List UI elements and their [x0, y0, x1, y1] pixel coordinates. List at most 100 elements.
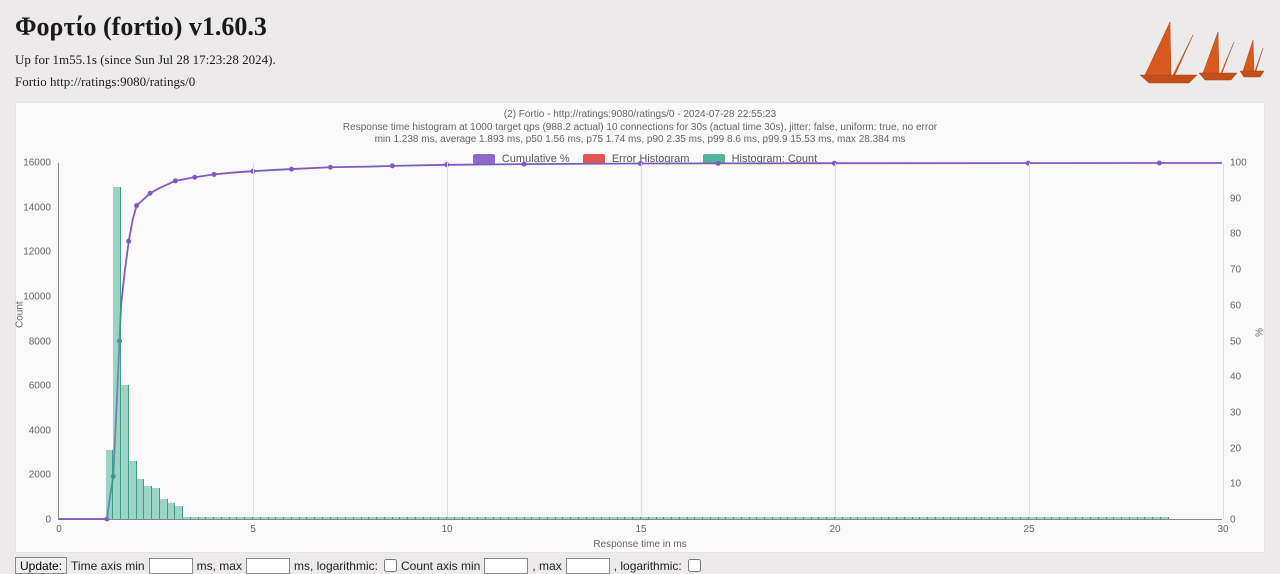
histogram-bar: [478, 517, 486, 519]
histogram-bar: [920, 517, 928, 519]
histogram-bar: [416, 517, 424, 519]
histogram-bar: [354, 517, 362, 519]
y-left-tick: 8000: [29, 336, 51, 347]
y-left-tick: 14000: [23, 202, 51, 213]
histogram-bar: [113, 187, 121, 519]
histogram-bar: [1145, 517, 1153, 519]
histogram-bar: [191, 517, 199, 519]
y-left-tick: 12000: [23, 247, 51, 258]
histogram-bar: [1099, 517, 1107, 519]
controls-bar: Update: Time axis min ms, max ms, logari…: [15, 557, 701, 574]
x-tick: 10: [441, 524, 452, 535]
y-left-tick: 0: [45, 515, 51, 526]
histogram-bar: [804, 517, 812, 519]
histogram-bar: [362, 517, 370, 519]
histogram-bar: [106, 450, 114, 519]
histogram-bar: [905, 517, 913, 519]
histogram-bar: [788, 517, 796, 519]
histogram-bar: [858, 517, 866, 519]
histogram-bar: [851, 517, 859, 519]
time-axis-log-checkbox[interactable]: [384, 559, 397, 572]
histogram-bar: [385, 517, 393, 519]
histogram-bar: [1107, 517, 1115, 519]
histogram-bar: [936, 517, 944, 519]
histogram-bar: [602, 517, 610, 519]
histogram-bar: [1060, 517, 1068, 519]
histogram-bar: [556, 517, 564, 519]
fortio-logo: [1135, 10, 1265, 85]
histogram-bar: [400, 517, 408, 519]
histogram-bar: [563, 517, 571, 519]
histogram-bar: [377, 517, 385, 519]
histogram-bar: [494, 517, 502, 519]
histogram-bar: [393, 517, 401, 519]
histogram-bar: [664, 517, 672, 519]
y-left-tick: 10000: [23, 291, 51, 302]
count-axis-max-label: , max: [532, 559, 561, 573]
count-axis-min-input[interactable]: [484, 558, 528, 574]
time-axis-min-label: Time axis min: [71, 559, 145, 573]
histogram-bar: [292, 517, 300, 519]
histogram-bar: [284, 517, 292, 519]
histogram-bar: [261, 517, 269, 519]
histogram-bar: [1083, 517, 1091, 519]
histogram-bar: [812, 517, 820, 519]
x-tick: 15: [635, 524, 646, 535]
y-left-tick: 2000: [29, 470, 51, 481]
histogram-bar: [431, 517, 439, 519]
histogram-bar: [447, 517, 455, 519]
y-right-tick: 50: [1230, 336, 1241, 347]
histogram-bar: [773, 517, 781, 519]
y-right-tick: 80: [1230, 229, 1241, 240]
histogram-bar: [439, 517, 447, 519]
histogram-bar: [975, 517, 983, 519]
count-axis-log-checkbox[interactable]: [688, 559, 701, 572]
histogram-bar: [323, 517, 331, 519]
y-left-tick: 6000: [29, 381, 51, 392]
histogram-bar: [276, 517, 284, 519]
histogram-bar: [866, 517, 874, 519]
histogram-bar: [990, 517, 998, 519]
histogram-bar: [1122, 517, 1130, 519]
histogram-bar: [517, 517, 525, 519]
histogram-bar: [160, 499, 168, 519]
histogram-bar: [1130, 517, 1138, 519]
histogram-bar: [1076, 517, 1084, 519]
y-right-tick: 10: [1230, 479, 1241, 490]
histogram-bar: [1006, 517, 1014, 519]
histogram-bar: [300, 517, 308, 519]
count-axis-max-input[interactable]: [566, 558, 610, 574]
x-tick: 20: [829, 524, 840, 535]
histogram-bar: [874, 517, 882, 519]
histogram-bar: [882, 517, 890, 519]
page-title: Φορτίο (fortio) v1.60.3: [15, 12, 1265, 42]
chart-title-line3: min 1.238 ms, average 1.893 ms, p50 1.56…: [16, 134, 1264, 147]
histogram-bar: [525, 517, 533, 519]
histogram-bar: [144, 486, 152, 519]
update-button[interactable]: Update:: [15, 557, 67, 574]
histogram-bar: [338, 517, 346, 519]
y-right-tick: 100: [1230, 158, 1247, 169]
histogram-bar: [222, 517, 230, 519]
histogram-bar: [649, 517, 657, 519]
histogram-bar: [897, 517, 905, 519]
histogram-bar: [532, 517, 540, 519]
y-right-tick: 90: [1230, 193, 1241, 204]
histogram-bar: [509, 517, 517, 519]
histogram-bar: [501, 517, 509, 519]
time-axis-min-input[interactable]: [149, 558, 193, 574]
histogram-bar: [424, 517, 432, 519]
histogram-bar: [571, 517, 579, 519]
histogram-bar: [657, 517, 665, 519]
histogram-bar: [1013, 517, 1021, 519]
chart-titles: (2) Fortio - http://ratings:9080/ratings…: [16, 103, 1264, 147]
count-axis-min-label: Count axis min: [401, 559, 480, 573]
histogram-bar: [625, 517, 633, 519]
chart-card: (2) Fortio - http://ratings:9080/ratings…: [15, 102, 1265, 553]
count-axis-log-label: , logarithmic:: [614, 559, 682, 573]
time-axis-max-input[interactable]: [246, 558, 290, 574]
histogram-bar: [331, 517, 339, 519]
histogram-bar: [1052, 517, 1060, 519]
histogram-bar: [245, 517, 253, 519]
histogram-bar: [726, 517, 734, 519]
